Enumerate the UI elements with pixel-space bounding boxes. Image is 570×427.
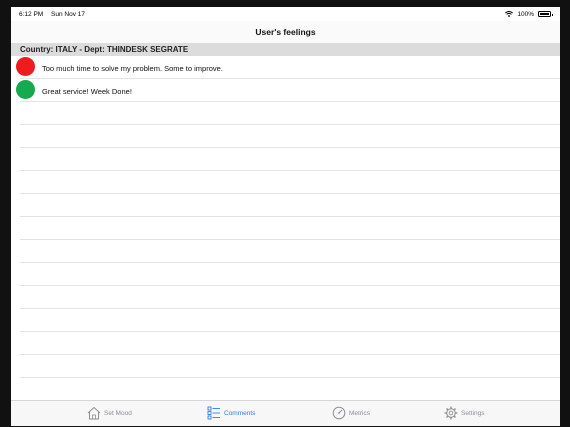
battery-percent: 100%	[517, 10, 534, 18]
section-header: Country: ITALY - Dept: THINDESK SEGRATE	[11, 43, 560, 56]
status-left: 6:12 PM Sun Nov 17	[19, 11, 91, 18]
tab-bar: Set Mood Comments Metrics Settings	[11, 400, 560, 426]
empty-row	[20, 148, 560, 171]
section-header-label: Country: ITALY - Dept: THINDESK SEGRATE	[20, 45, 189, 54]
comment-text: Great service! Week Done!	[42, 87, 132, 96]
empty-row	[20, 125, 560, 148]
empty-row	[20, 286, 560, 309]
mood-red-dot-icon	[16, 57, 35, 76]
tab-label: Settings	[461, 409, 485, 417]
tab-metrics[interactable]: Metrics	[332, 406, 370, 420]
list-item[interactable]: Too much time to solve my problem. Some …	[16, 56, 560, 79]
tab-label: Comments	[224, 409, 256, 417]
empty-row	[20, 240, 560, 263]
empty-row	[20, 378, 560, 401]
tab-label: Metrics	[349, 409, 370, 417]
tab-settings[interactable]: Settings	[444, 406, 485, 420]
list-icon	[207, 406, 220, 420]
mood-green-dot-icon	[16, 80, 35, 99]
status-bar: 6:12 PM Sun Nov 17 100%	[11, 7, 560, 21]
tab-set-mood[interactable]: Set Mood	[87, 406, 132, 420]
gauge-icon	[332, 406, 346, 420]
app-window: 6:12 PM Sun Nov 17 100% User's feelings …	[11, 7, 560, 426]
empty-row	[20, 263, 560, 286]
empty-row	[20, 171, 560, 194]
empty-row	[20, 355, 560, 378]
status-date: Sun Nov 17	[51, 10, 85, 18]
empty-row	[20, 194, 560, 217]
comment-list[interactable]: Too much time to solve my problem. Some …	[11, 56, 560, 401]
battery-icon	[538, 11, 553, 17]
empty-row	[20, 217, 560, 240]
status-right: 100%	[505, 10, 553, 18]
empty-row	[20, 309, 560, 332]
navigation-bar: User's feelings	[11, 21, 560, 43]
house-icon	[87, 406, 101, 420]
empty-row	[20, 332, 560, 355]
page-title: User's feelings	[255, 27, 316, 37]
list-item[interactable]: Great service! Week Done!	[16, 79, 560, 102]
tab-comments[interactable]: Comments	[207, 406, 255, 420]
empty-row	[20, 102, 560, 125]
status-time: 6:12 PM	[19, 10, 44, 18]
comment-text: Too much time to solve my problem. Some …	[42, 64, 223, 73]
wifi-icon	[505, 11, 514, 17]
gear-icon	[444, 406, 458, 420]
tab-label: Set Mood	[104, 409, 132, 417]
